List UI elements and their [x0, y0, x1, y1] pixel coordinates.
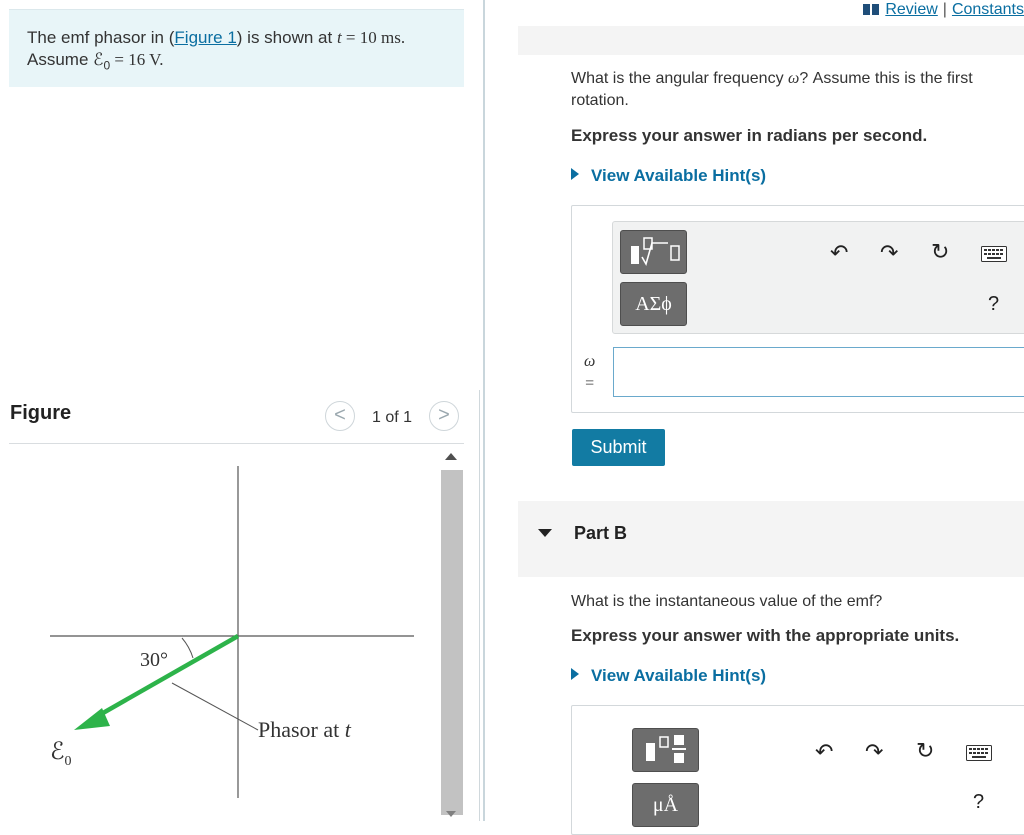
scroll-down-arrow-icon[interactable] [446, 811, 456, 817]
omega-symbol: ω [788, 70, 800, 87]
emf-symbol: ℰ [93, 50, 104, 69]
answer-label: ω = [584, 353, 596, 392]
angle-arc [181, 637, 194, 659]
phasor-leader-line [171, 682, 259, 731]
undo-icon[interactable]: ↶ [815, 739, 833, 765]
keyboard-icon[interactable] [981, 246, 1007, 262]
review-link[interactable]: Review [885, 1, 937, 18]
figure-scrollbar-thumb[interactable] [441, 470, 463, 815]
part-a-hint-toggle[interactable]: View Available Hint(s) [571, 166, 766, 186]
units-button[interactable]: μÅ [632, 783, 699, 827]
assume-text: Assume [27, 50, 94, 69]
part-b-instruction: Express your answer with the appropriate… [571, 626, 960, 645]
unit-templates-button[interactable] [632, 728, 699, 772]
part-a-question: What is the angular frequency ω? Assume … [571, 70, 973, 109]
problem-statement: The emf phasor in (Figure 1) is shown at… [9, 9, 464, 87]
left-pane: The emf phasor in (Figure 1) is shown at… [0, 0, 478, 821]
pane-divider [479, 390, 480, 821]
part-a-math-toolbar: ΑΣϕ ↶ ↷ ↻ ? [612, 221, 1024, 334]
figure-divider [9, 443, 464, 444]
greek-symbols-button[interactable]: ΑΣϕ [620, 282, 687, 326]
scroll-up-arrow-icon[interactable] [445, 453, 457, 460]
constants-link[interactable]: Constants [952, 1, 1024, 18]
pane-splitter[interactable] [483, 0, 485, 821]
next-figure-button[interactable]: > [429, 401, 459, 431]
figure-link[interactable]: Figure 1 [174, 28, 236, 47]
problem-text-2: ) is shown at [236, 28, 337, 47]
phasor-label: Phasor at t [258, 717, 352, 742]
problem-text-1: The emf phasor in ( [27, 28, 175, 47]
part-b-math-toolbar: μÅ ↶ ↷ ↻ ? [625, 717, 1024, 827]
redo-icon[interactable]: ↷ [865, 739, 883, 765]
unit-template-icon [645, 735, 686, 763]
time-value: = 10 ms. [341, 28, 406, 47]
help-button[interactable]: ? [973, 791, 984, 814]
part-b-question: What is the instantaneous value of the e… [571, 593, 883, 610]
redo-icon[interactable]: ↷ [880, 240, 898, 266]
emf-value: = 16 V. [110, 50, 164, 69]
fraction-sqrt-template-icon [630, 237, 680, 267]
part-a-answer-input[interactable] [613, 347, 1024, 397]
expand-triangle-icon [571, 668, 579, 680]
phasor-diagram: 30° Phasor at t ℰ0 [50, 466, 414, 798]
review-constants-bar: Review | Constants [863, 1, 1024, 19]
link-separator: | [942, 1, 947, 18]
collapse-caret-icon[interactable] [538, 529, 552, 537]
part-b-label[interactable]: Part B [574, 523, 627, 544]
part-a-header [518, 26, 1024, 55]
part-a-instruction: Express your answer in radians per secon… [571, 126, 928, 145]
undo-icon[interactable]: ↶ [830, 240, 848, 266]
keyboard-icon[interactable] [966, 745, 992, 761]
submit-button[interactable]: Submit [572, 429, 665, 466]
angle-label: 30° [140, 649, 168, 671]
reset-icon[interactable]: ↻ [931, 239, 949, 265]
reset-icon[interactable]: ↻ [916, 738, 934, 764]
previous-figure-button[interactable]: < [325, 401, 355, 431]
book-icon [863, 4, 880, 15]
expand-triangle-icon [571, 168, 579, 180]
templates-button[interactable] [620, 230, 687, 274]
part-b-hint-toggle[interactable]: View Available Hint(s) [571, 666, 766, 686]
figure-heading: Figure [10, 402, 72, 424]
help-button[interactable]: ? [988, 293, 999, 316]
emf-label: ℰ0 [50, 739, 72, 769]
figure-page-counter: 1 of 1 [372, 409, 413, 426]
